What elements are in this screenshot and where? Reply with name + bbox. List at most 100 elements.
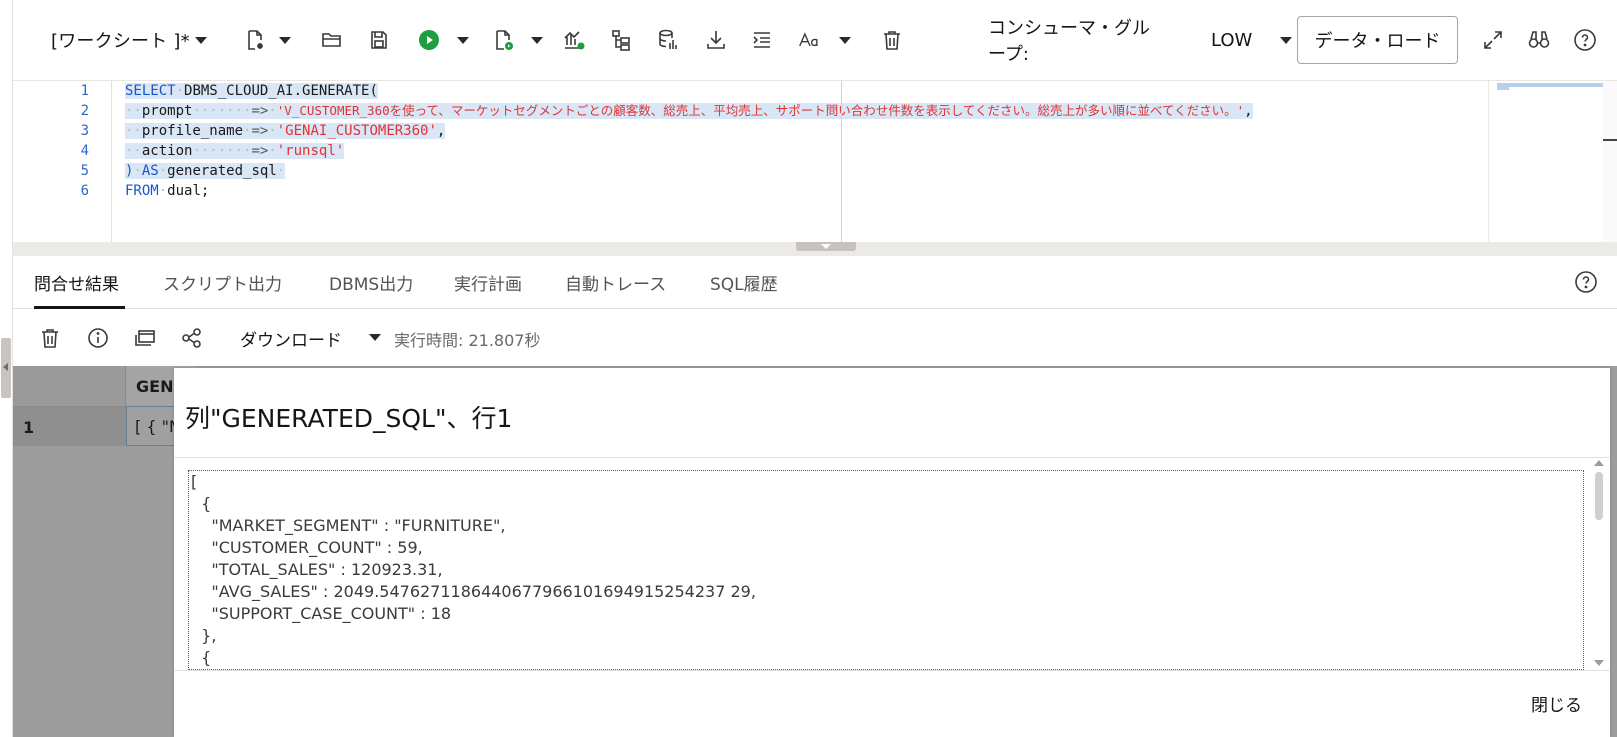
tab-sql-history[interactable]: SQL履歴 xyxy=(710,256,778,309)
font-case-caret[interactable] xyxy=(837,20,853,60)
scroll-up-arrow-icon[interactable] xyxy=(1594,460,1604,466)
tree-structure-icon xyxy=(612,30,630,51)
minimap-line xyxy=(1497,83,1605,87)
explain-plan-button[interactable] xyxy=(560,20,588,60)
share-button[interactable] xyxy=(180,326,204,350)
worksheet-toolbar: [ワークシート ]* コンシューマ・グループ: LOW データ・ロード xyxy=(13,0,1617,80)
json-line: [ xyxy=(191,472,198,491)
editor-scrollbar[interactable] xyxy=(1603,81,1617,243)
tab-query-result[interactable]: 問合せ結果 xyxy=(34,256,125,309)
format-button[interactable] xyxy=(748,20,776,60)
scroll-thumb[interactable] xyxy=(1595,472,1603,520)
trash-icon xyxy=(884,31,900,50)
clear-results-button[interactable] xyxy=(38,326,62,350)
results-help-button[interactable] xyxy=(1574,270,1598,294)
download-icon xyxy=(707,31,725,49)
dialog-title: 列"GENERATED_SQL"、行1 xyxy=(185,404,513,433)
download-menu-caret[interactable] xyxy=(369,334,381,341)
row-number: 1 xyxy=(13,406,126,446)
new-worksheet-caret[interactable] xyxy=(277,20,293,60)
chevron-down-icon xyxy=(531,36,543,44)
sql-editor[interactable]: 1 2 3 4 5 6 SELECT·DBMS_CLOUD_AI.GENERAT… xyxy=(13,80,1617,243)
open-button[interactable] xyxy=(318,20,346,60)
line-number: 2 xyxy=(80,103,89,119)
json-line: "MARKET_SEGMENT" : "FURNITURE", xyxy=(191,516,506,535)
consumer-group-value: LOW xyxy=(1211,29,1253,51)
panel-splitter[interactable] xyxy=(13,242,1617,256)
scroll-position-marker xyxy=(1603,139,1617,141)
json-line: }, xyxy=(191,626,217,645)
tab-script-output[interactable]: スクリプト出力 xyxy=(163,256,282,309)
database-chart-icon xyxy=(659,29,677,49)
close-button[interactable]: 閉じる xyxy=(1531,691,1582,716)
tab-explain-plan[interactable]: 実行計画 xyxy=(454,256,522,309)
json-line: { xyxy=(191,494,212,513)
window-stack-icon xyxy=(135,330,155,346)
download-button[interactable] xyxy=(702,20,730,60)
save-button[interactable] xyxy=(365,20,393,60)
clear-button[interactable] xyxy=(878,20,906,60)
dialog-footer: 閉じる xyxy=(174,670,1610,737)
download-menu[interactable]: ダウンロード xyxy=(240,326,342,351)
chevron-down-icon xyxy=(195,36,207,44)
cell-value-textarea[interactable]: [ { "MARKET_SEGMENT" : "FURNITURE", "CUS… xyxy=(188,470,1584,670)
code-line-3: ··profile_name·=>·'GENAI_CUSTOMER360', xyxy=(125,123,446,139)
help-button[interactable] xyxy=(1571,20,1599,60)
chart-run-icon xyxy=(564,31,585,50)
tab-autotrace[interactable]: 自動トレース xyxy=(565,256,666,309)
left-panel-toggle[interactable] xyxy=(1,338,11,398)
run-script-icon xyxy=(496,30,513,50)
run-menu-caret[interactable] xyxy=(455,20,471,60)
editor-minimap[interactable] xyxy=(1488,81,1605,243)
worksheet-menu-caret[interactable] xyxy=(193,20,209,60)
trash-icon xyxy=(42,329,58,348)
folder-open-icon xyxy=(322,33,341,47)
expand-icon xyxy=(1484,31,1502,49)
line-number: 5 xyxy=(80,163,89,179)
worksheet-selector[interactable]: [ワークシート ]* xyxy=(51,20,191,60)
chevron-down-icon xyxy=(1280,36,1293,44)
worksheet-name: [ワークシート ]* xyxy=(51,31,190,52)
help-icon xyxy=(1575,271,1597,293)
json-line: "AVG_SALES" : 2049.547627118644067796610… xyxy=(191,582,756,601)
run-script-button[interactable] xyxy=(489,20,517,60)
run-statement-button[interactable] xyxy=(415,20,443,60)
maximize-button[interactable] xyxy=(1479,20,1507,60)
database-button[interactable] xyxy=(654,20,682,60)
binoculars-icon xyxy=(1528,31,1550,48)
results-toolbar: ダウンロード 実行時間: 21.807秒 xyxy=(13,310,1617,366)
consumer-group-label: コンシューマ・グループ: xyxy=(988,18,1150,65)
json-line: "SUPPORT_CASE_COUNT" : 18 xyxy=(191,604,452,623)
run-script-caret[interactable] xyxy=(529,20,545,60)
code-line-2: ··prompt·······=>·'V_CUSTOMER_360を使って、マー… xyxy=(125,103,1253,119)
new-worksheet-button[interactable] xyxy=(241,20,269,60)
help-icon xyxy=(1574,29,1596,51)
collapse-handle[interactable] xyxy=(796,242,856,251)
indent-icon xyxy=(753,32,770,48)
dialog-scrollbar[interactable] xyxy=(1592,458,1606,668)
row-number-header xyxy=(13,366,126,406)
tab-dbms-output[interactable]: DBMS出力 xyxy=(329,256,413,309)
print-margin-ruler xyxy=(841,81,842,243)
cell-value-dialog: 列"GENERATED_SQL"、行1 [ { "MARKET_SEGMENT"… xyxy=(174,368,1610,737)
code-line-1: SELECT·DBMS_CLOUD_AI.GENERATE( xyxy=(125,83,378,99)
dialog-header: 列"GENERATED_SQL"、行1 xyxy=(174,368,1610,458)
font-case-button[interactable] xyxy=(795,20,825,60)
single-record-view-button[interactable] xyxy=(133,326,157,350)
info-button[interactable] xyxy=(86,326,110,350)
info-icon xyxy=(88,328,108,348)
chevron-down-icon xyxy=(279,36,291,44)
code-area[interactable]: SELECT·DBMS_CLOUD_AI.GENERATE( ··prompt·… xyxy=(113,81,1488,243)
data-load-button[interactable]: データ・ロード xyxy=(1297,16,1458,64)
save-icon xyxy=(371,31,387,49)
autotrace-button[interactable] xyxy=(607,20,635,60)
line-number: 6 xyxy=(80,183,89,199)
share-icon xyxy=(182,328,201,348)
output-tabs: 問合せ結果 スクリプト出力 DBMS出力 実行計画 自動トレース SQL履歴 xyxy=(13,256,1617,309)
scroll-down-arrow-icon[interactable] xyxy=(1594,660,1604,666)
consumer-group-select[interactable]: LOW xyxy=(1211,20,1293,60)
line-number: 4 xyxy=(80,143,89,159)
find-button[interactable] xyxy=(1525,20,1553,60)
line-number: 3 xyxy=(80,123,89,139)
chevron-down-icon xyxy=(369,334,381,341)
